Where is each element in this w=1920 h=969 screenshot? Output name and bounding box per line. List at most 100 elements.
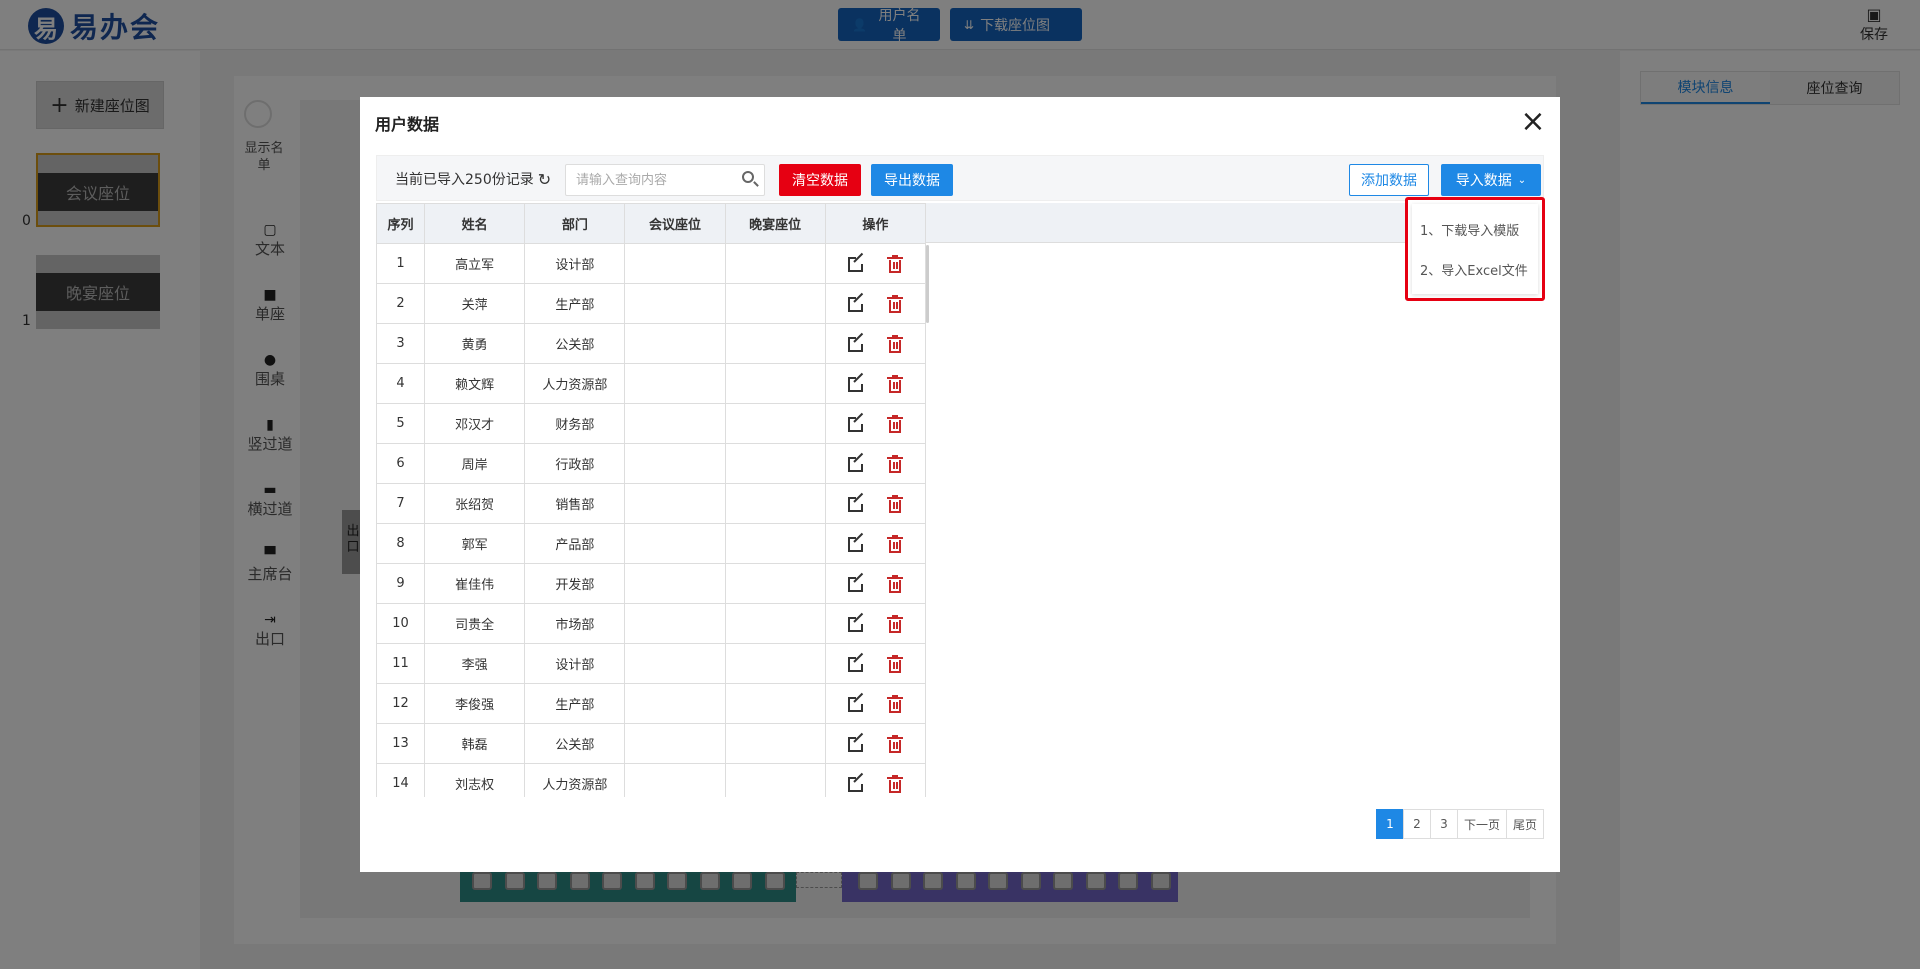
row-actions — [824, 643, 927, 684]
row-name: 关萍 — [424, 283, 526, 324]
edit-icon[interactable] — [847, 772, 865, 792]
row-dept: 行政部 — [524, 443, 626, 484]
row-dept: 生产部 — [524, 283, 626, 324]
edit-icon[interactable] — [847, 372, 865, 392]
row-actions — [824, 243, 927, 284]
trash-icon[interactable] — [886, 414, 903, 433]
row-actions — [824, 283, 927, 324]
row-index: 7 — [376, 483, 426, 524]
row-name: 高立军 — [424, 243, 526, 284]
edit-icon[interactable] — [847, 612, 865, 632]
search-input[interactable] — [566, 165, 726, 195]
edit-icon[interactable] — [847, 652, 865, 672]
page-button[interactable]: 1 — [1375, 809, 1404, 839]
row-meeting-seat — [624, 483, 726, 524]
row-dept: 生产部 — [524, 683, 626, 724]
row-dept: 公关部 — [524, 323, 626, 364]
trash-icon[interactable] — [886, 774, 903, 793]
table-row: 4 赖文辉 人力资源部 — [376, 363, 927, 404]
row-actions — [824, 403, 927, 444]
page-button[interactable]: 2 — [1402, 809, 1431, 839]
row-name: 李强 — [424, 643, 526, 684]
edit-icon[interactable] — [847, 292, 865, 312]
search-icon[interactable] — [742, 171, 754, 183]
edit-icon[interactable] — [847, 332, 865, 352]
column-header: 会议座位 — [624, 203, 726, 244]
import-dropdown-menu: 1、下载导入模版 2、导入Excel文件 — [1412, 204, 1538, 294]
menu-item-download-template[interactable]: 1、下载导入模版 — [1420, 220, 1519, 239]
row-meeting-seat — [624, 603, 726, 644]
import-dropdown-highlight: 1、下载导入模版 2、导入Excel文件 — [1405, 197, 1545, 301]
table-row: 5 邓汉才 财务部 — [376, 403, 927, 444]
clear-data-button[interactable]: 清空数据 — [779, 164, 861, 196]
column-header: 序列 — [376, 203, 426, 244]
table-row: 8 郭军 产品部 — [376, 523, 927, 564]
row-meeting-seat — [624, 443, 726, 484]
trash-icon[interactable] — [886, 254, 903, 273]
edit-icon[interactable] — [847, 732, 865, 752]
table-row: 1 高立军 设计部 — [376, 243, 927, 284]
search-box[interactable] — [565, 164, 765, 196]
page-button[interactable]: 尾页 — [1505, 809, 1544, 839]
edit-icon[interactable] — [847, 572, 865, 592]
close-icon[interactable]: × — [1520, 107, 1546, 137]
modal-title: 用户数据 — [375, 115, 440, 134]
row-name: 黄勇 — [424, 323, 526, 364]
row-dinner-seat — [724, 443, 826, 484]
trash-icon[interactable] — [886, 574, 903, 593]
trash-icon[interactable] — [886, 614, 903, 633]
page-button[interactable]: 3 — [1429, 809, 1458, 839]
row-name: 崔佳伟 — [424, 563, 526, 604]
edit-icon[interactable] — [847, 492, 865, 512]
trash-icon[interactable] — [886, 694, 903, 713]
row-name: 李俊强 — [424, 683, 526, 724]
row-index: 3 — [376, 323, 426, 364]
row-dinner-seat — [724, 683, 826, 724]
table-row: 3 黄勇 公关部 — [376, 323, 927, 364]
menu-item-import-excel[interactable]: 2、导入Excel文件 — [1420, 260, 1528, 279]
table-row: 10 司贵全 市场部 — [376, 603, 927, 644]
row-dinner-seat — [724, 243, 826, 284]
edit-icon[interactable] — [847, 412, 865, 432]
refresh-icon[interactable]: ↻ — [538, 170, 551, 189]
table-row: 2 关萍 生产部 — [376, 283, 927, 324]
row-meeting-seat — [624, 243, 726, 284]
row-actions — [824, 363, 927, 404]
column-header: 操作 — [824, 203, 927, 244]
table-row: 12 李俊强 生产部 — [376, 683, 927, 724]
row-name: 韩磊 — [424, 723, 526, 764]
trash-icon[interactable] — [886, 374, 903, 393]
row-actions — [824, 683, 927, 724]
trash-icon[interactable] — [886, 294, 903, 313]
add-data-button[interactable]: 添加数据 — [1349, 164, 1429, 196]
row-meeting-seat — [624, 523, 726, 564]
import-data-button[interactable]: 导入数据 ⌄ — [1441, 164, 1541, 196]
table-row: 6 周岸 行政部 — [376, 443, 927, 484]
trash-icon[interactable] — [886, 654, 903, 673]
trash-icon[interactable] — [886, 454, 903, 473]
row-index: 13 — [376, 723, 426, 764]
table-scrollbar[interactable] — [926, 245, 929, 323]
edit-icon[interactable] — [847, 692, 865, 712]
row-name: 司贵全 — [424, 603, 526, 644]
row-dept: 人力资源部 — [524, 363, 626, 404]
edit-icon[interactable] — [847, 252, 865, 272]
row-actions — [824, 523, 927, 564]
page-button[interactable]: 下一页 — [1456, 809, 1507, 839]
row-index: 2 — [376, 283, 426, 324]
export-data-button[interactable]: 导出数据 — [871, 164, 953, 196]
row-meeting-seat — [624, 363, 726, 404]
trash-icon[interactable] — [886, 734, 903, 753]
modal-toolbar: 当前已导入250份记录 ↻ 清空数据 导出数据 添加数据 导入数据 ⌄ — [376, 155, 1544, 201]
trash-icon[interactable] — [886, 494, 903, 513]
trash-icon[interactable] — [886, 334, 903, 353]
row-index: 12 — [376, 683, 426, 724]
edit-icon[interactable] — [847, 532, 865, 552]
row-index: 9 — [376, 563, 426, 604]
trash-icon[interactable] — [886, 534, 903, 553]
row-name: 刘志权 — [424, 763, 526, 797]
edit-icon[interactable] — [847, 452, 865, 472]
row-index: 6 — [376, 443, 426, 484]
row-meeting-seat — [624, 403, 726, 444]
row-name: 赖文辉 — [424, 363, 526, 404]
